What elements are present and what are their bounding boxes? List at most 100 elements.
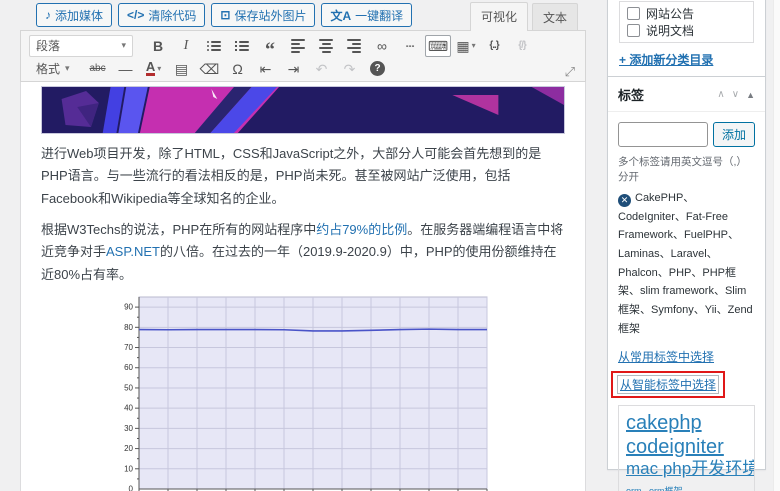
code-block[interactable]: {..} — [481, 35, 507, 57]
one-click-translate-icon: 文A — [330, 7, 351, 24]
insert-link-icon: ∞ — [377, 39, 387, 53]
cloud-tag-link[interactable]: orm框架 — [649, 486, 683, 491]
one-click-translate-label: 一键翻译 — [355, 7, 403, 24]
horizontal-rule[interactable]: — — [113, 58, 139, 80]
paste-as-text-icon: ▤ — [175, 62, 188, 76]
editor-tools-bar: ♪添加媒体</>清除代码⊡保存站外图片文A一键翻译 可视化文本 — [20, 0, 586, 30]
clear-formatting[interactable]: ⌫ — [197, 58, 223, 80]
cloud-tag-link[interactable]: mac php开发环境 — [626, 459, 755, 478]
one-click-translate-button[interactable]: 文A一键翻译 — [321, 3, 412, 27]
add-media-label: 添加媒体 — [55, 7, 103, 24]
svg-text:30: 30 — [124, 424, 133, 433]
undo[interactable]: ↶ — [309, 58, 335, 80]
mce-toolbar: 段落▾ BI “ ∞ ┄ ⌨▦▾{..} {/} 格式▾ abc — A▾ ▤ ⌫ Ω ⇤ ⇥ ↶ ↷? ⤢ — [20, 30, 586, 82]
redo-icon: ↷ — [344, 62, 356, 76]
move-up-icon[interactable]: ∧ — [717, 89, 724, 100]
tag-add-row: 添加 — [618, 122, 755, 147]
help[interactable]: ? — [365, 58, 391, 80]
article-paragraph-1: 进行Web项目开发，除了HTML，CSS和JavaScript之外，大部分人可能… — [41, 143, 565, 210]
clear-code-label: 清除代码 — [148, 7, 196, 24]
inline-link[interactable]: ASP.NET — [106, 244, 160, 259]
svg-text:50: 50 — [124, 384, 133, 393]
indent[interactable]: ⇥ — [281, 58, 307, 80]
cloud-tag-link[interactable]: cakephp — [626, 412, 702, 434]
move-down-icon[interactable]: ∨ — [732, 89, 739, 100]
tags-panel: 标签 ∧ ∨ ▲ 添加 多个标签请用英文逗号（,）分开 ✕CakePHP、Cod… — [607, 76, 766, 470]
italic-icon: I — [184, 39, 189, 53]
choose-smart-tags-link[interactable]: 从智能标签中选择 — [617, 375, 719, 394]
collapse-toggle-icon[interactable]: ▲ — [746, 90, 755, 100]
add-tag-button[interactable]: 添加 — [713, 122, 755, 147]
align-center[interactable] — [313, 35, 339, 57]
horizontal-rule-icon: — — [119, 62, 133, 76]
toolbar-row-1: 段落▾ BI “ ∞ ┄ ⌨▦▾{..} {/} — [21, 31, 585, 57]
category-label: 网站公告 — [646, 5, 694, 22]
outdent[interactable]: ⇤ — [253, 58, 279, 80]
editor-mode-tabs: 可视化文本 — [470, 2, 578, 30]
blockquote[interactable]: “ — [257, 35, 283, 57]
scrollbar[interactable] — [773, 0, 780, 491]
svg-text:20: 20 — [124, 444, 133, 453]
toolbar-row-2: 格式▾ abc — A▾ ▤ ⌫ Ω ⇤ ⇥ ↶ ↷? — [21, 57, 585, 80]
new-tag-input[interactable] — [618, 122, 708, 147]
article-paragraph-2: 根据W3Techs的说法，PHP在所有的网站程序中约占79%的比例。在服务器端编… — [41, 219, 565, 286]
cloud-tag-link[interactable]: orm — [626, 486, 642, 491]
blockquote-icon: “ — [265, 39, 275, 53]
italic[interactable]: I — [173, 35, 199, 57]
tags-panel-title: 标签 — [618, 85, 644, 104]
table[interactable]: ▦▾ — [453, 35, 479, 57]
checkbox-icon[interactable] — [627, 7, 640, 20]
category-item[interactable]: 说明文档 — [627, 22, 746, 39]
sidebar: 网站公告说明文档 + 添加新分类目录 标签 ∧ ∨ ▲ 添加 多个标签请用英文逗… — [607, 0, 773, 491]
bullet-list[interactable] — [201, 35, 227, 57]
numbered-list[interactable] — [229, 35, 255, 57]
editor-column: ♪添加媒体</>清除代码⊡保存站外图片文A一键翻译 可视化文本 段落▾ BI “ ∞ ┄… — [20, 0, 586, 491]
svg-text:0: 0 — [129, 485, 134, 491]
text-color[interactable]: A▾ — [141, 58, 167, 80]
read-more[interactable]: ┄ — [397, 35, 423, 57]
add-media-button[interactable]: ♪添加媒体 — [36, 3, 112, 27]
editor-content-area[interactable]: 进行Web项目开发，除了HTML，CSS和JavaScript之外，大部分人可能… — [20, 82, 586, 491]
insert-link[interactable]: ∞ — [369, 35, 395, 57]
featured-image[interactable] — [41, 86, 565, 134]
tab-text[interactable]: 文本 — [532, 3, 578, 30]
line-chart-svg: 01020304050607080901 Sep'191 Oct1 Nov1 D… — [113, 291, 493, 491]
save-external-images-button[interactable]: ⊡保存站外图片 — [211, 3, 315, 27]
outdent-icon: ⇤ — [260, 62, 272, 76]
paste-as-text[interactable]: ▤ — [169, 58, 195, 80]
indent-icon: ⇥ — [288, 62, 300, 76]
code-sample[interactable]: {/} — [509, 35, 535, 57]
tags-panel-body: 添加 多个标签请用英文逗号（,）分开 ✕CakePHP、CodeIgniter、… — [608, 112, 765, 491]
category-item[interactable]: 网站公告 — [627, 5, 746, 22]
panel-controls: ∧ ∨ ▲ — [717, 89, 755, 100]
text-color-icon: A — [146, 61, 155, 76]
read-more-icon: ┄ — [406, 39, 414, 53]
inline-link[interactable]: 约占79%的比例 — [316, 222, 407, 237]
tag-hint: 多个标签请用英文逗号（,）分开 — [618, 154, 755, 184]
save-external-images-label: 保存站外图片 — [234, 7, 306, 24]
code-sample-icon: {/} — [518, 41, 526, 51]
choose-common-tags-link[interactable]: 从常用标签中选择 — [618, 348, 714, 365]
checkbox-icon[interactable] — [627, 24, 640, 37]
paragraph-dropdown[interactable]: 段落▾ — [29, 35, 133, 57]
add-category-link[interactable]: + 添加新分类目录 — [619, 51, 713, 68]
special-character[interactable]: Ω — [225, 58, 251, 80]
remove-tag-icon[interactable]: ✕ — [618, 194, 631, 207]
fullscreen-icon[interactable]: ⤢ — [565, 64, 575, 80]
undo-icon: ↶ — [316, 62, 328, 76]
align-left[interactable] — [285, 35, 311, 57]
clear-code-button[interactable]: </>清除代码 — [118, 3, 205, 27]
special-character-icon: Ω — [232, 62, 242, 76]
bold[interactable]: B — [145, 35, 171, 57]
toolbar-toggle[interactable]: ⌨ — [425, 35, 451, 57]
align-right[interactable] — [341, 35, 367, 57]
redo[interactable]: ↷ — [337, 58, 363, 80]
format-dropdown[interactable]: 格式▾ — [29, 58, 77, 80]
tag-list-text: CakePHP、CodeIgniter、Fat-Free Framework、F… — [618, 192, 753, 335]
tab-visual[interactable]: 可视化 — [470, 2, 528, 31]
svg-text:70: 70 — [124, 343, 133, 352]
cloud-tag-link[interactable]: codeigniter — [626, 436, 724, 458]
tags-panel-header: 标签 ∧ ∨ ▲ — [608, 77, 765, 112]
media-buttons: ♪添加媒体</>清除代码⊡保存站外图片文A一键翻译 — [36, 3, 412, 27]
strikethrough[interactable]: abc — [85, 58, 111, 80]
